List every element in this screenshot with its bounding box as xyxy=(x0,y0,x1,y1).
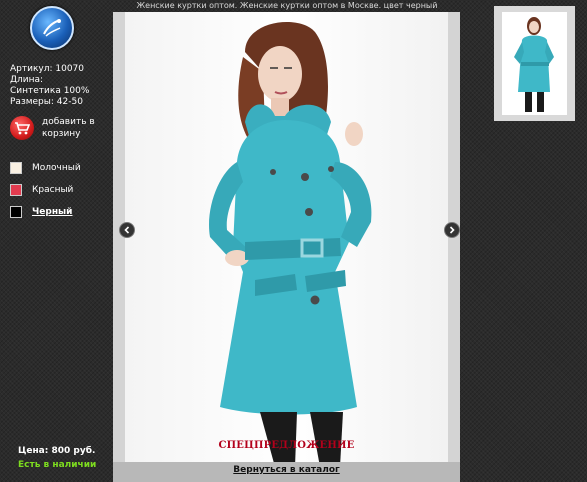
cart-icon xyxy=(10,116,34,140)
color-swatch xyxy=(10,184,22,196)
image-background xyxy=(125,12,448,467)
article-number: Артикул: 10070 xyxy=(10,64,84,74)
color-label: Молочный xyxy=(32,163,81,173)
sizes-text: Размеры: 42-50 xyxy=(10,97,83,107)
thumbnail-photo xyxy=(514,17,554,112)
price-value: 800 руб. xyxy=(51,446,96,456)
next-image-button[interactable] xyxy=(444,222,460,238)
back-to-catalog-link[interactable]: Вернуться в каталог xyxy=(113,465,460,475)
brand-logo-icon[interactable] xyxy=(30,6,74,50)
special-offer-label: СПЕЦПРЕДЛОЖЕНИЕ xyxy=(218,440,355,451)
back-bar: Вернуться в каталог xyxy=(113,462,460,482)
material-text: Синтетика 100% xyxy=(10,86,90,96)
chevron-right-icon xyxy=(449,226,455,234)
thumbnail-photo-frame xyxy=(502,12,567,115)
color-swatch xyxy=(10,162,22,174)
thumbnail-image[interactable] xyxy=(494,6,575,121)
color-label: Черный xyxy=(32,207,73,217)
add-to-cart-label: добавить в корзину xyxy=(42,117,95,139)
stock-status: Есть в наличии xyxy=(18,460,97,470)
color-label: Красный xyxy=(32,185,74,195)
chevron-left-icon xyxy=(124,226,130,234)
previous-image-button[interactable] xyxy=(119,222,135,238)
length-label: Длина: xyxy=(10,75,44,85)
price-label: Цена: xyxy=(18,446,49,456)
product-photo xyxy=(209,21,372,467)
color-swatch xyxy=(10,206,22,218)
add-to-cart-button[interactable]: добавить в корзину xyxy=(10,116,100,156)
image-title: Женские куртки оптом. Женские куртки опт… xyxy=(136,1,438,10)
product-details: Артикул: 10070 Длина: Синтетика 100% Раз… xyxy=(10,64,89,108)
price: Цена: 800 руб. xyxy=(18,446,95,456)
product-image-frame xyxy=(113,12,460,467)
